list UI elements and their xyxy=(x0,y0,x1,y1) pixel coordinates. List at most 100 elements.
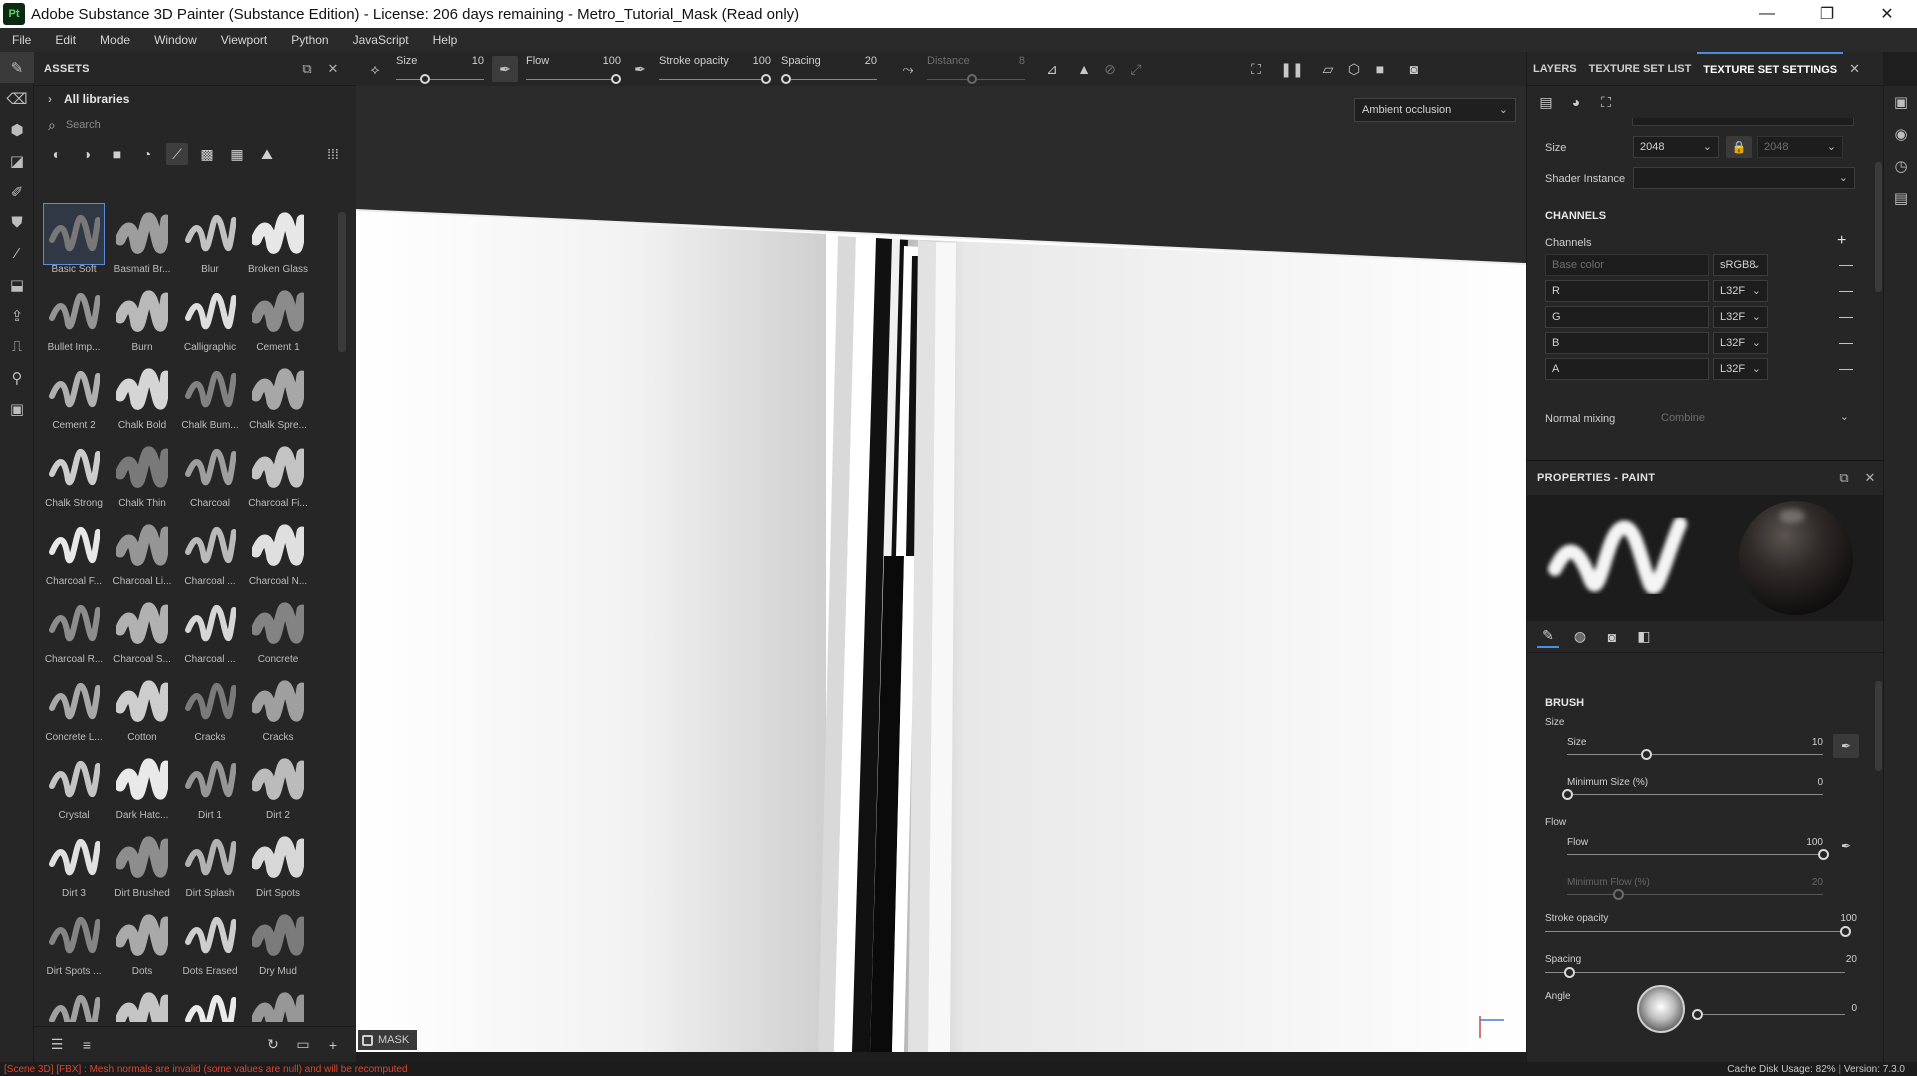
remove-channel-icon[interactable]: — xyxy=(1839,360,1853,376)
channel-format-select[interactable]: sRGB8 ⌄ xyxy=(1713,254,1768,276)
brush-tile[interactable]: Basmati Br... xyxy=(108,202,176,280)
angle-knob[interactable] xyxy=(1692,1009,1703,1020)
min-flow-knob[interactable] xyxy=(1613,889,1625,900)
transform-icon[interactable]: ⤢ xyxy=(1123,56,1149,82)
min-size-knob[interactable] xyxy=(1562,789,1573,800)
tss-scrollbar[interactable] xyxy=(1875,162,1882,292)
brush-tile[interactable]: Basic Soft xyxy=(40,202,108,280)
stroke-opacity-track[interactable] xyxy=(1545,931,1845,932)
brush-tile[interactable]: Charcoal ... xyxy=(176,514,244,592)
brush-tile[interactable] xyxy=(244,982,312,1022)
lock-icon[interactable]: 🔒 xyxy=(1726,136,1752,158)
clone-tool-icon[interactable]: ⛊ xyxy=(0,207,34,238)
brush-tile[interactable]: Dirt 1 xyxy=(176,748,244,826)
export-tool-icon[interactable]: ⇪ xyxy=(0,300,34,331)
tab-texture-set-settings[interactable]: TEXTURE SET SETTINGS xyxy=(1697,51,1844,86)
camera-icon[interactable]: ■ xyxy=(1367,56,1393,82)
filter-settings-icon[interactable]: ☰ xyxy=(42,1036,72,1053)
brush-tile[interactable]: Cracks xyxy=(176,670,244,748)
add-icon[interactable]: + xyxy=(318,1037,348,1053)
environment-filter-icon[interactable]: ⛰ xyxy=(256,143,278,165)
brush-tile[interactable]: Dark Hatc... xyxy=(108,748,176,826)
toolbar-opacity-slider[interactable]: Stroke opacity 100 xyxy=(659,52,771,86)
toolbar-distance-slider[interactable]: Distance 8 xyxy=(927,52,1025,86)
menu-window[interactable]: Window xyxy=(142,33,209,47)
brush-tile[interactable]: Burn xyxy=(108,280,176,358)
min-flow-track[interactable] xyxy=(1567,894,1823,895)
channel-format-select[interactable]: L32F ⌄ xyxy=(1713,306,1768,328)
3d-view-icon[interactable]: ⬡ xyxy=(1341,56,1367,82)
shader-settings-icon[interactable]: ◉ xyxy=(1884,118,1917,150)
shader-instance-select[interactable]: ⌄ xyxy=(1633,167,1855,189)
channel-name-field[interactable]: B xyxy=(1545,332,1709,354)
2d-view-icon[interactable]: ▱ xyxy=(1315,56,1341,82)
alpha-properties-icon[interactable]: ◧ xyxy=(1633,626,1655,648)
brush-size-knob[interactable] xyxy=(1641,749,1653,760)
menu-python[interactable]: Python xyxy=(279,33,340,47)
measure-tool-icon[interactable]: ⎍ xyxy=(0,331,34,362)
angle-wheel[interactable] xyxy=(1637,985,1685,1033)
eraser-tool-icon[interactable]: ⌫ xyxy=(0,83,34,114)
tab-layers[interactable]: LAYERS xyxy=(1527,52,1583,86)
remove-channel-icon[interactable]: — xyxy=(1839,256,1853,272)
log-icon[interactable]: ▤ xyxy=(1884,182,1917,214)
smudge-tool-icon[interactable]: ✐ xyxy=(0,176,34,207)
display-settings-icon[interactable]: ▣ xyxy=(1884,86,1917,118)
menu-viewport[interactable]: Viewport xyxy=(209,33,279,47)
projection-tool-icon[interactable]: ⬢ xyxy=(0,114,34,145)
brush-tile[interactable] xyxy=(40,982,108,1022)
toolbar-spacing-knob[interactable] xyxy=(781,74,791,84)
mask-filter-icon[interactable]: ■ xyxy=(106,143,128,165)
brush-tile[interactable]: Dry Mud xyxy=(244,904,312,982)
remove-channel-icon[interactable]: — xyxy=(1839,282,1853,298)
symmetry-icon[interactable]: ▲ xyxy=(1071,56,1097,82)
material-filter-icon[interactable]: ◐ xyxy=(46,143,68,165)
toolbar-distance-knob[interactable] xyxy=(967,74,977,84)
channel-format-select[interactable]: L32F ⌄ xyxy=(1713,358,1768,380)
brush-tile[interactable]: Cement 1 xyxy=(244,280,312,358)
toolbar-opacity-knob[interactable] xyxy=(761,74,771,84)
channel-name-field[interactable]: A xyxy=(1545,358,1709,380)
brush-tile[interactable]: Cracks xyxy=(244,670,312,748)
menu-file[interactable]: File xyxy=(0,33,43,47)
texture-size-select[interactable]: 2048 ⌄ xyxy=(1633,136,1719,158)
brush-tile[interactable]: Cotton xyxy=(108,670,176,748)
add-channel-icon[interactable]: + xyxy=(1837,232,1846,250)
filter-filter-icon[interactable]: ◔ xyxy=(136,143,158,165)
brush-tile[interactable]: Concrete L... xyxy=(40,670,108,748)
mask-toggle-button[interactable]: MASK xyxy=(358,1030,418,1050)
toolbar-size-knob[interactable] xyxy=(420,74,430,84)
float-panel-icon[interactable]: ⧉ xyxy=(294,61,320,77)
symmetry-options-icon[interactable]: ⊘ xyxy=(1097,56,1123,82)
close-panel-icon[interactable]: ✕ xyxy=(320,61,346,77)
spacing-knob[interactable] xyxy=(1564,967,1575,978)
lazy-mouse-icon[interactable]: ⤳ xyxy=(895,56,921,82)
brush-tile[interactable]: Dots xyxy=(108,904,176,982)
library-selector[interactable]: › All libraries xyxy=(34,86,356,112)
brush-tile[interactable]: Charcoal Fi... xyxy=(244,436,312,514)
history-icon[interactable]: ◷ xyxy=(1884,150,1917,182)
brush-tile[interactable]: Chalk Bold xyxy=(108,358,176,436)
search-input[interactable]: ⌕ Search xyxy=(34,112,356,138)
maximize-button[interactable]: ❐ xyxy=(1797,0,1857,28)
brush-tile[interactable]: Chalk Strong xyxy=(40,436,108,514)
channel-name-field[interactable]: G xyxy=(1545,306,1709,328)
brush-tile[interactable]: Dirt Spots ... xyxy=(40,904,108,982)
brush-tile[interactable]: Chalk Thin xyxy=(108,436,176,514)
toolbar-flow-slider[interactable]: Flow 100 xyxy=(526,52,621,86)
float-panel-icon[interactable]: ⧉ xyxy=(1831,470,1857,486)
remove-channel-icon[interactable]: — xyxy=(1839,308,1853,324)
geometry-mask-tool-icon[interactable]: ⚲ xyxy=(0,362,34,393)
brush-tile[interactable]: Charcoal R... xyxy=(40,592,108,670)
brush-flow-knob[interactable] xyxy=(1818,849,1829,860)
pen-pressure-flow-icon[interactable]: ✒ xyxy=(627,56,653,82)
menu-javascript[interactable]: JavaScript xyxy=(341,33,421,47)
min-size-track[interactable] xyxy=(1567,794,1823,795)
grid-view-icon[interactable]: ⁞⁞⁞ xyxy=(322,143,344,165)
texture-set-icon[interactable]: ▤ xyxy=(1535,94,1557,111)
shader-icon[interactable]: ◕ xyxy=(1565,94,1587,110)
menu-help[interactable]: Help xyxy=(421,33,470,47)
brush-properties-icon[interactable]: ✎ xyxy=(1537,626,1559,648)
brush-tile[interactable]: Dirt 3 xyxy=(40,826,108,904)
pause-icon[interactable]: ❚❚ xyxy=(1279,56,1305,82)
